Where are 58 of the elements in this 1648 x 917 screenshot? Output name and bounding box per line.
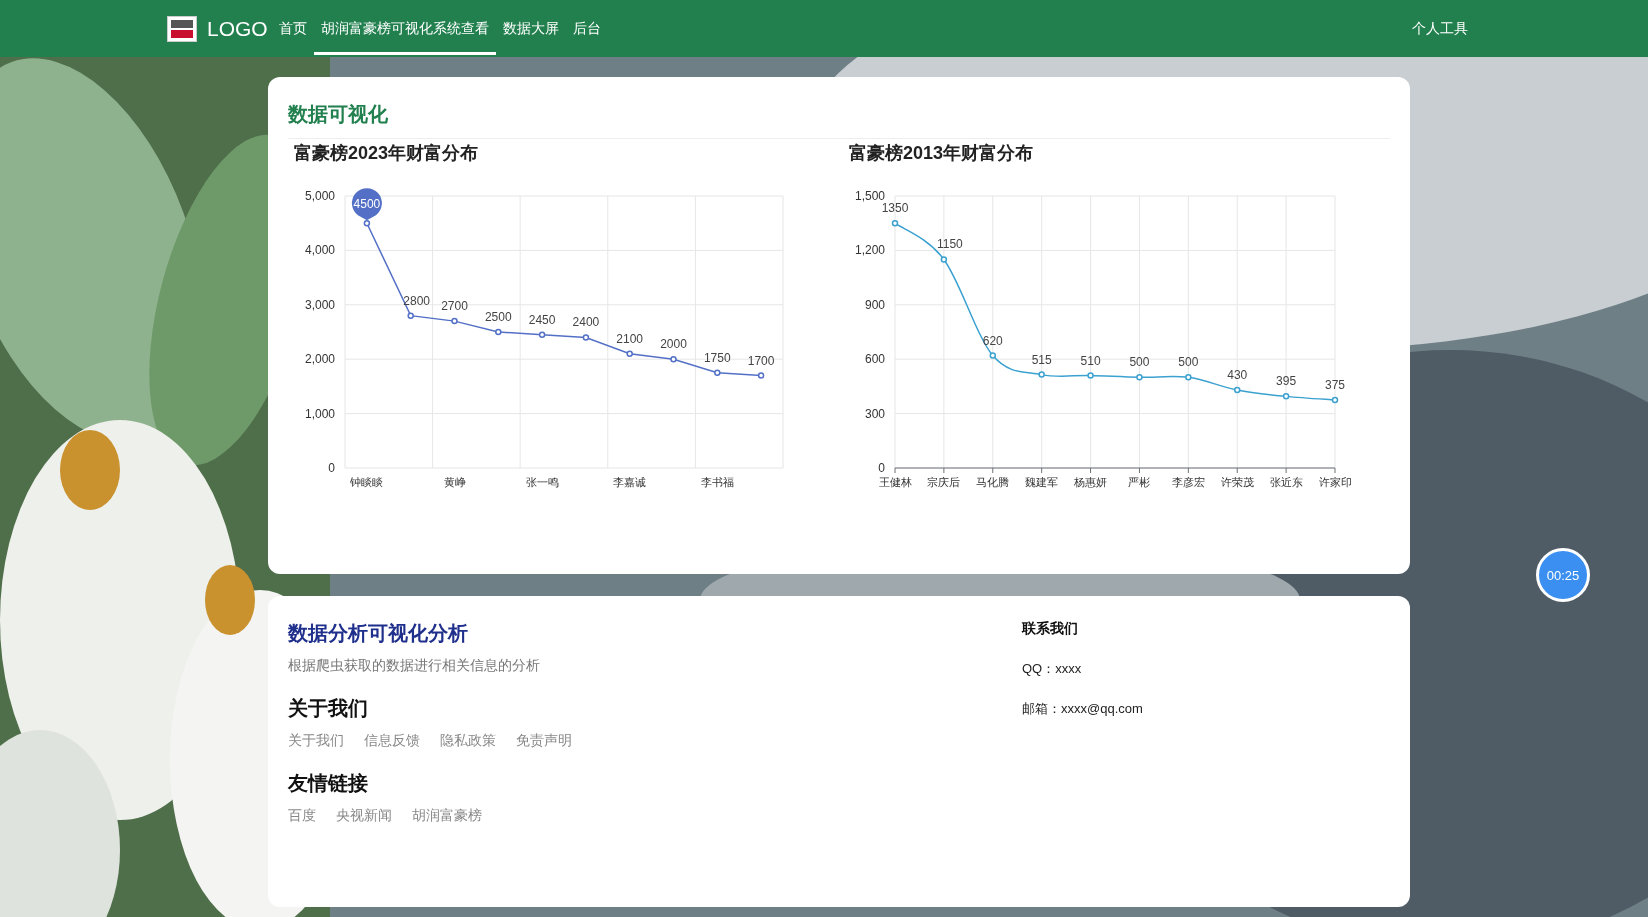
axis-label: 宗庆后	[927, 476, 961, 488]
footer-title: 数据分析可视化分析	[288, 621, 469, 646]
axis-label: 1,500	[854, 189, 885, 203]
data-label: 510	[1080, 353, 1101, 368]
data-label: 1150	[937, 237, 963, 252]
data-label: 620	[982, 333, 1003, 348]
axis-label: 2,000	[304, 352, 335, 367]
chart-title: 富豪榜2023年财富分布	[294, 142, 480, 165]
chart-title: 富豪榜2013年财富分布	[849, 142, 1035, 165]
axis-label: 1,000	[304, 406, 335, 421]
axis-label: 严彬	[1128, 476, 1151, 488]
data-label: 2500	[484, 310, 512, 324]
data-label: 375	[1325, 378, 1345, 392]
contact-heading: 联系我们	[1022, 620, 1079, 638]
data-label: 500	[1129, 355, 1150, 370]
data-label: 430	[1227, 368, 1248, 383]
data-label: 515	[1031, 352, 1052, 367]
data-label: 2700	[441, 299, 468, 314]
axis-label: 3,000	[304, 297, 335, 312]
axis-label: 4,000	[304, 243, 335, 258]
data-label: 395	[1276, 374, 1297, 389]
axis-label: 李书福	[700, 476, 734, 488]
axis-label: 王健林	[878, 476, 912, 488]
axis-label: 杨惠妍	[1074, 476, 1108, 488]
data-label: 4500	[353, 197, 381, 212]
logo-text: LOGO	[207, 16, 268, 41]
section-heading: 友情链接	[288, 771, 369, 796]
axis-label: 5,000	[304, 189, 335, 203]
data-label: 1700	[747, 353, 775, 368]
axis-label: 钟睒睒	[350, 476, 384, 488]
data-label: 2000	[660, 337, 687, 352]
data-label: 2100	[616, 331, 644, 346]
axis-label: 许荣茂	[1220, 476, 1254, 488]
data-label: 2400	[572, 315, 600, 330]
axis-label: 张一鸣	[525, 476, 559, 488]
footer-subtitle: 根据爬虫获取的数据进行相关信息的分析	[288, 657, 541, 675]
axis-label: 李嘉诚	[613, 476, 647, 488]
axis-label: 0	[328, 461, 335, 475]
axis-label: 600	[864, 352, 885, 367]
axis-label: 李彦宏	[1171, 476, 1205, 488]
axis-label: 魏建军	[1025, 476, 1059, 488]
data-label: 2450	[528, 312, 556, 327]
axis-label: 黄峥	[443, 476, 466, 488]
axis-label: 张近东	[1269, 476, 1303, 488]
section-heading: 关于我们	[288, 696, 369, 721]
data-label: 2800	[403, 293, 431, 308]
axis-label: 1,200	[854, 243, 885, 258]
data-label: 1350	[881, 201, 909, 216]
axis-label: 0	[878, 461, 885, 475]
section-title: 数据可视化	[288, 101, 1390, 139]
contact-line: QQ：xxxx	[1022, 660, 1083, 678]
axis-label: 许家印	[1318, 476, 1352, 488]
axis-label: 300	[864, 406, 885, 421]
contact-line: 邮箱：xxxx@qq.com	[1022, 700, 1143, 718]
axis-label: 900	[864, 297, 885, 312]
data-label: 500	[1178, 355, 1199, 370]
data-label: 1750	[703, 350, 731, 365]
axis-label: 马化腾	[976, 476, 1010, 488]
